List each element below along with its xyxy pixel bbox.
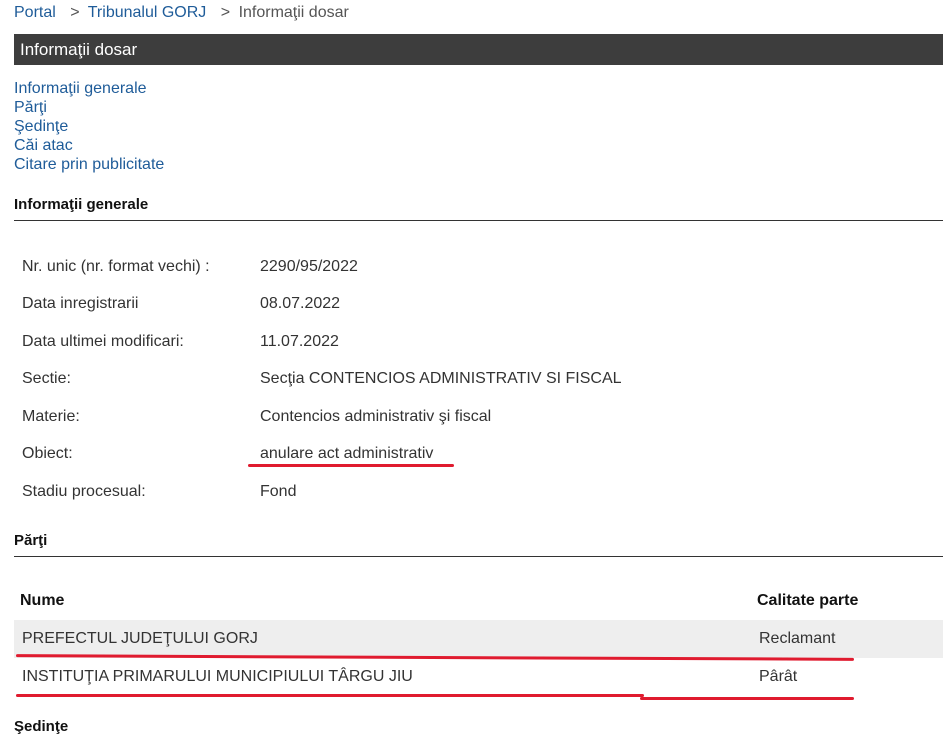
toc-link-public-summons[interactable]: Citare prin publicitate [14,155,164,174]
table-row: PREFECTUL JUDEŢULUI GORJ Reclamant [14,620,943,658]
column-header-role: Calitate parte [757,592,859,609]
info-value: Secţia CONTENCIOS ADMINISTRATIV SI FISCA… [260,370,622,388]
parts-table-header: Nume Calitate parte [14,582,943,620]
info-label: Data inregistrarii [22,295,139,313]
annotation-underline [16,694,644,697]
page-title: Informaţii dosar [14,34,943,65]
info-row-last-modified: Data ultimei modificari: 11.07.2022 [22,323,622,361]
toc-link-hearings[interactable]: Şedinţe [14,117,164,136]
breadcrumb-separator: > [70,4,80,21]
info-label: Sectie: [22,370,71,388]
section-heading-general-info: Informaţii generale [14,196,943,221]
info-label: Data ultimei modificari: [22,332,184,350]
annotation-underline [248,464,454,467]
breadcrumb-portal-link[interactable]: Portal [14,4,56,21]
section-heading-parts: Părţi [14,532,943,557]
section-nav: Informaţii generale Părţi Şedinţe Căi at… [14,79,164,174]
breadcrumb-current: Informaţii dosar [238,4,349,21]
breadcrumb: Portal > Tribunalul GORJ > Informaţii do… [14,4,349,22]
info-value: 08.07.2022 [260,295,341,313]
toc-link-appeals[interactable]: Căi atac [14,136,164,155]
party-role: Reclamant [759,630,836,647]
party-name: PREFECTUL JUDEŢULUI GORJ [22,630,258,647]
info-row-section: Sectie: Secţia CONTENCIOS ADMINISTRATIV … [22,361,622,399]
annotation-underline [640,697,854,700]
info-value: Fond [260,482,297,500]
info-value: Contencios administrativ şi fiscal [260,407,492,425]
table-row: INSTITUŢIA PRIMARULUI MUNICIPIULUI TÂRGU… [14,658,943,696]
info-row-object: Obiect: anulare act administrativ [22,436,622,474]
info-label: Obiect: [22,445,73,463]
breadcrumb-separator: > [220,4,231,21]
info-row-procedural-stage: Stadiu procesual: Fond [22,473,622,511]
column-header-name: Nume [20,592,65,609]
info-label: Nr. unic (nr. format vechi) : [22,257,210,275]
toc-link-parts[interactable]: Părţi [14,98,164,117]
info-value: 11.07.2022 [260,332,339,350]
info-value: 2290/95/2022 [260,257,358,275]
info-row-matter: Materie: Contencios administrativ şi fis… [22,398,622,436]
party-name: INSTITUŢIA PRIMARULUI MUNICIPIULUI TÂRGU… [22,668,413,685]
info-label: Materie: [22,407,80,425]
general-info-table: Nr. unic (nr. format vechi) : 2290/95/20… [22,248,622,511]
breadcrumb-court-link[interactable]: Tribunalul GORJ [88,4,207,21]
info-label: Stadiu procesual: [22,482,146,500]
info-row-case-number: Nr. unic (nr. format vechi) : 2290/95/20… [22,248,622,286]
info-value: anulare act administrativ [260,445,434,463]
toc-link-general-info[interactable]: Informaţii generale [14,79,164,98]
party-role: Pârât [759,668,798,685]
info-row-registration-date: Data inregistrarii 08.07.2022 [22,286,622,324]
